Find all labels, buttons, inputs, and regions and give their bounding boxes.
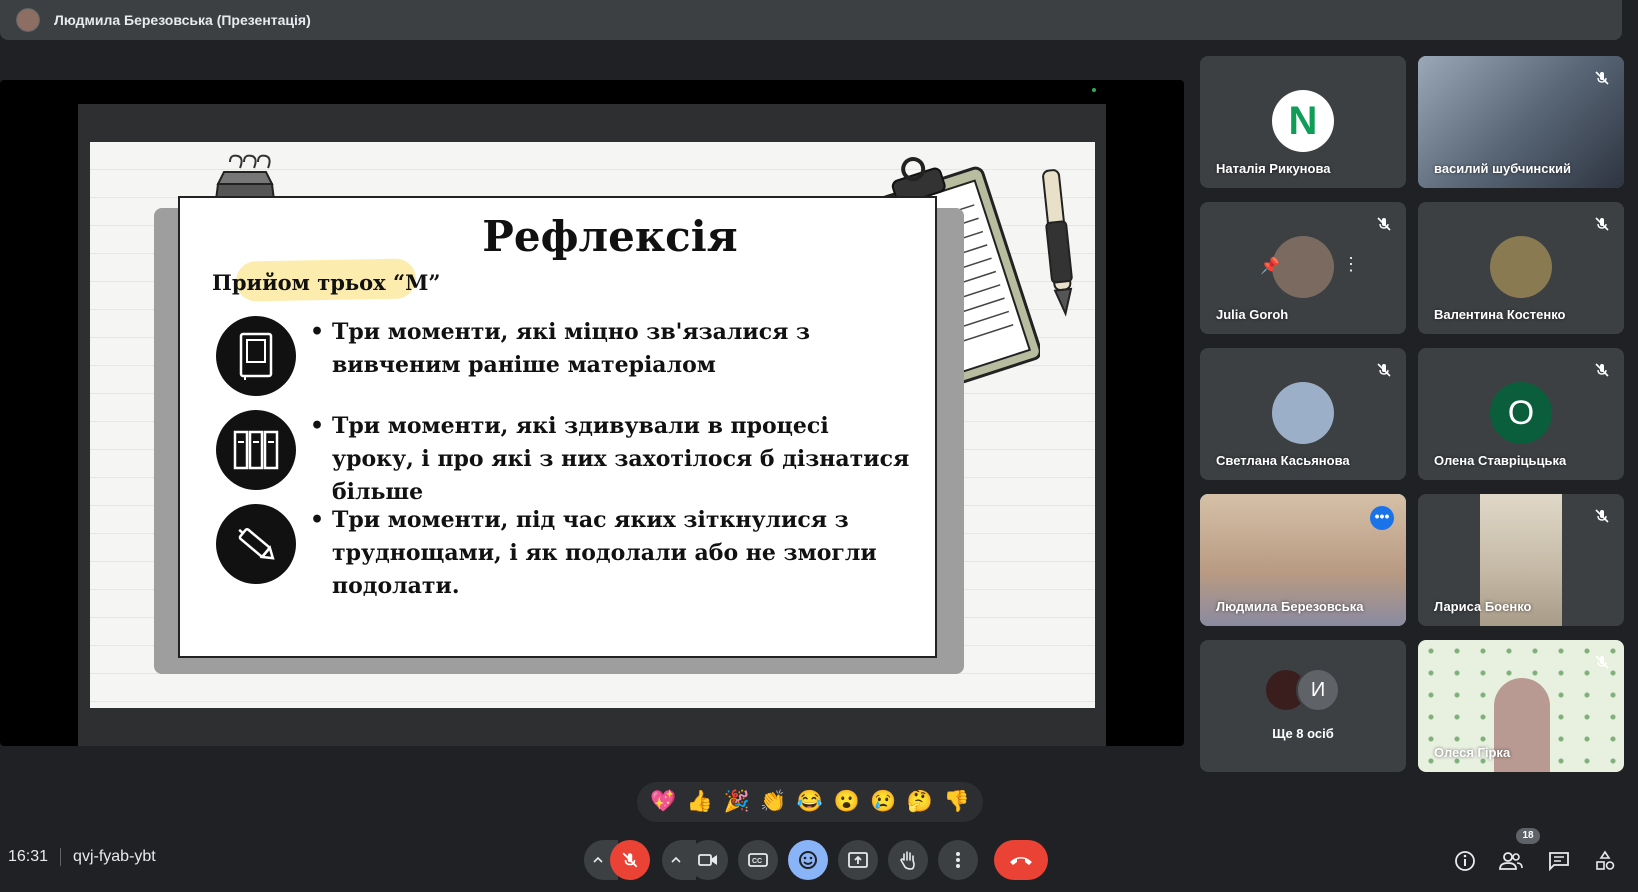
participant-tile[interactable]: 📌 ⋮ Julia Goroh <box>1200 202 1406 334</box>
moment-text: • Три моменти, під час яких зіткнулися з … <box>310 507 877 599</box>
people-icon <box>1499 852 1523 870</box>
meeting-details-button[interactable] <box>1452 848 1478 874</box>
participant-avatar: N <box>1272 90 1334 152</box>
others-label: Ще 8 осіб <box>1272 726 1334 741</box>
participant-avatar: И <box>1296 668 1340 712</box>
captions-button[interactable]: CC <box>738 840 778 880</box>
mic-off-icon <box>1595 655 1609 669</box>
moment-text: • Три моменти, які міцно зв'язалися з вив… <box>310 319 811 378</box>
pen-icon <box>1042 169 1073 317</box>
participant-name: Олена Ставріцьцька <box>1434 453 1567 468</box>
reaction-thumbs-down[interactable]: 👎 <box>944 790 970 814</box>
book-icon <box>216 316 296 396</box>
meeting-code: qvj-fyab-ybt <box>73 848 156 865</box>
slide-subtitle: Прийом трьох “М” <box>212 270 441 295</box>
reaction-thumbs-up[interactable]: 👍 <box>687 790 713 814</box>
participant-avatar <box>1490 236 1552 298</box>
slide: Рефлексія Прийом трьох “М” • Три моменти,… <box>90 142 1095 708</box>
moment-item: • Три моменти, які здивували в процесі ур… <box>216 410 912 509</box>
raise-hand-button[interactable] <box>888 840 928 880</box>
binders-icon <box>216 410 296 490</box>
present-icon <box>848 852 868 868</box>
recording-indicator <box>1092 88 1096 92</box>
info-icon <box>1455 851 1475 871</box>
presenter-bar: Людмила Березовська (Презентація) <box>0 0 1622 40</box>
participant-avatar: О <box>1490 382 1552 444</box>
camera-toggle-button[interactable] <box>688 840 728 880</box>
captions-icon: CC <box>748 853 768 867</box>
slide-card: Рефлексія Прийом трьох “М” • Три моменти,… <box>178 196 937 658</box>
hand-icon <box>900 851 915 870</box>
presentation-stage: Рефлексія Прийом трьох “М” • Три моменти,… <box>0 80 1184 746</box>
activities-icon <box>1596 850 1615 870</box>
mic-off-icon <box>622 852 638 868</box>
reaction-crying[interactable]: 😢 <box>870 790 896 814</box>
participant-tile[interactable]: О Олена Ставріцьцька <box>1418 348 1624 480</box>
activities-button[interactable] <box>1592 848 1618 874</box>
participant-name: Лариса Боенко <box>1434 599 1532 614</box>
call-controls: CC <box>584 840 1048 880</box>
moment-item: • Три моменти, які міцно зв'язалися з вив… <box>216 316 912 396</box>
participant-name: Людмила Березовська <box>1216 599 1364 614</box>
reaction-clapping[interactable]: 👏 <box>760 790 786 814</box>
moment-item: • Три моменти, під час яких зіткнулися з … <box>216 504 912 603</box>
participant-avatar <box>1272 236 1334 298</box>
participant-name: Олеся Гірка <box>1434 745 1511 760</box>
reactions-button[interactable] <box>788 840 828 880</box>
mic-off-icon <box>1377 363 1391 377</box>
participant-name: Светлана Касьянова <box>1216 453 1350 468</box>
participant-count-badge: 18 <box>1516 828 1540 844</box>
presenter-avatar <box>16 8 40 32</box>
reaction-surprised[interactable]: 😮 <box>834 790 860 814</box>
reaction-tears-of-joy[interactable]: 😂 <box>797 790 823 814</box>
moment-text: • Три моменти, які здивували в процесі ур… <box>310 413 910 505</box>
participant-tile-speaking[interactable]: ••• Людмила Березовська <box>1200 494 1406 626</box>
reaction-sparkling-heart[interactable]: 💖 <box>650 790 676 814</box>
pen-icon <box>216 504 296 584</box>
divider <box>60 848 62 866</box>
more-vert-icon <box>956 852 960 868</box>
participant-name: Валентина Костенко <box>1434 307 1566 322</box>
emoji-icon <box>799 851 817 869</box>
mic-off-icon <box>1377 217 1391 231</box>
leave-call-button[interactable] <box>994 840 1048 880</box>
reaction-party-popper[interactable]: 🎉 <box>724 790 750 814</box>
mic-off-icon <box>1595 217 1609 231</box>
present-screen-button[interactable] <box>838 840 878 880</box>
meeting-info: 16:31 qvj-fyab-ybt <box>8 848 156 866</box>
reactions-bar: 💖 👍 🎉 👏 😂 😮 😢 🤔 👎 <box>637 782 983 822</box>
participant-tile[interactable]: Валентина Костенко <box>1418 202 1624 334</box>
speaking-indicator-icon: ••• <box>1370 506 1394 530</box>
mic-off-icon <box>1595 363 1609 377</box>
more-options-icon[interactable]: ⋮ <box>1342 254 1360 275</box>
camera-icon <box>698 854 717 866</box>
participant-avatar <box>1272 382 1334 444</box>
hang-up-icon <box>1010 857 1032 865</box>
microphone-toggle-button[interactable] <box>610 840 650 880</box>
chat-button[interactable] <box>1546 848 1572 874</box>
participant-tile[interactable]: Светлана Касьянова <box>1200 348 1406 480</box>
participant-tile[interactable]: василий шубчинский <box>1418 56 1624 188</box>
mic-off-icon <box>1595 509 1609 523</box>
chat-icon <box>1549 852 1569 871</box>
participant-name: Наталія Рикунова <box>1216 161 1331 176</box>
pin-icon[interactable]: 📌 <box>1260 256 1280 276</box>
svg-text:CC: CC <box>752 858 762 865</box>
participant-tile[interactable]: Лариса Боенко <box>1418 494 1624 626</box>
participant-tile[interactable]: N Наталія Рикунова <box>1200 56 1406 188</box>
mic-off-icon <box>1595 71 1609 85</box>
participant-tile[interactable]: Олеся Гірка <box>1418 640 1624 772</box>
others-tile[interactable]: И Ще 8 осіб <box>1200 640 1406 772</box>
participant-name: Julia Goroh <box>1216 307 1289 322</box>
presenter-title: Людмила Березовська (Презентація) <box>54 12 311 28</box>
reaction-thinking[interactable]: 🤔 <box>907 790 933 814</box>
more-options-button[interactable] <box>938 840 978 880</box>
clock: 16:31 <box>8 848 49 865</box>
participant-name: василий шубчинский <box>1434 161 1572 176</box>
people-button[interactable] <box>1498 848 1524 874</box>
shared-screen: Рефлексія Прийом трьох “М” • Три моменти,… <box>78 104 1106 746</box>
slide-title: Рефлексія <box>482 212 738 261</box>
